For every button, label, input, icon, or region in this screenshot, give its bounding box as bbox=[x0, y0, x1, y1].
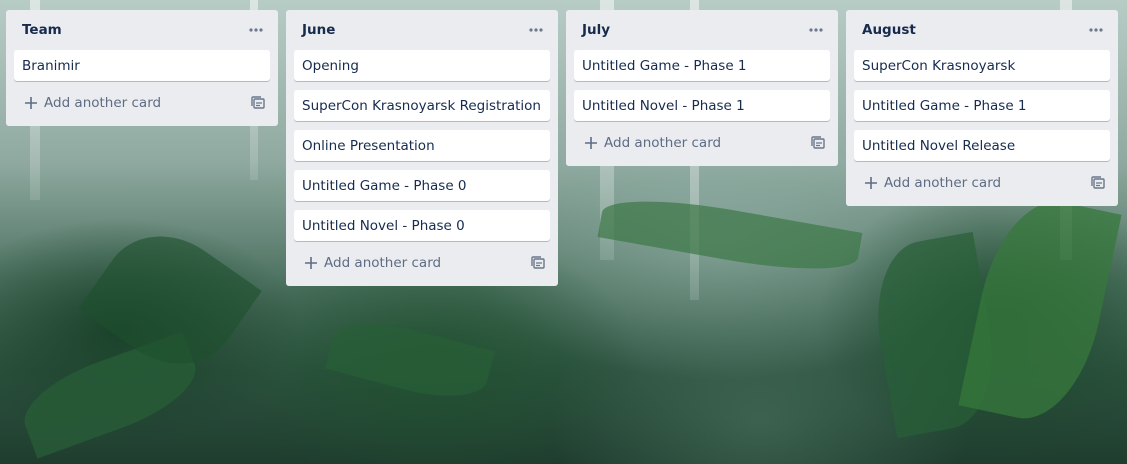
list-title: June bbox=[302, 22, 336, 38]
add-card-row: Add another card bbox=[14, 88, 270, 118]
card-template-icon[interactable] bbox=[530, 255, 546, 271]
card[interactable]: Untitled Game - Phase 0 bbox=[294, 170, 550, 201]
add-card-button[interactable]: Add another card bbox=[864, 175, 1001, 191]
list-header: July bbox=[574, 10, 830, 50]
add-card-label: Add another card bbox=[884, 175, 1002, 191]
card[interactable]: SuperCon Krasnoyarsk bbox=[854, 50, 1110, 81]
card[interactable]: Untitled Novel Release bbox=[854, 130, 1110, 161]
background-leaf bbox=[597, 187, 863, 283]
add-card-button[interactable]: Add another card bbox=[24, 95, 161, 111]
card[interactable]: SuperCon Krasnoyarsk Registration bbox=[294, 90, 550, 121]
add-card-label: Add another card bbox=[324, 255, 442, 271]
add-card-row: Add another card bbox=[574, 128, 830, 158]
card[interactable]: Untitled Novel - Phase 1 bbox=[574, 90, 830, 121]
card-template-icon[interactable] bbox=[1090, 175, 1106, 191]
background-leaf bbox=[324, 310, 496, 410]
add-card-row: Add another card bbox=[294, 248, 550, 278]
plus-icon bbox=[304, 256, 318, 270]
add-card-label: Add another card bbox=[44, 95, 162, 111]
ellipsis-icon[interactable] bbox=[524, 18, 548, 42]
card[interactable]: Branimir bbox=[14, 50, 270, 81]
card[interactable]: Untitled Novel - Phase 0 bbox=[294, 210, 550, 241]
list-july: July Untitled Game - Phase 1 Untitled No… bbox=[566, 10, 838, 166]
card-template-icon[interactable] bbox=[810, 135, 826, 151]
list-header: Team bbox=[14, 10, 270, 50]
list-header: August bbox=[854, 10, 1110, 50]
plus-icon bbox=[584, 136, 598, 150]
card-template-icon[interactable] bbox=[250, 95, 266, 111]
list-title: Team bbox=[22, 22, 62, 38]
card[interactable]: Untitled Game - Phase 1 bbox=[854, 90, 1110, 121]
card[interactable]: Opening bbox=[294, 50, 550, 81]
ellipsis-icon[interactable] bbox=[244, 18, 268, 42]
list-june: June Opening SuperCon Krasnoyarsk Regist… bbox=[286, 10, 558, 286]
card[interactable]: Online Presentation bbox=[294, 130, 550, 161]
plus-icon bbox=[24, 96, 38, 110]
ellipsis-icon[interactable] bbox=[804, 18, 828, 42]
background-leaf bbox=[958, 189, 1122, 431]
add-card-label: Add another card bbox=[604, 135, 722, 151]
plus-icon bbox=[864, 176, 878, 190]
add-card-button[interactable]: Add another card bbox=[304, 255, 441, 271]
list-title: July bbox=[582, 22, 611, 38]
board-canvas: Team Branimir Add another card June Open… bbox=[0, 0, 1127, 464]
list-header: June bbox=[294, 10, 550, 50]
card[interactable]: Untitled Game - Phase 1 bbox=[574, 50, 830, 81]
add-card-button[interactable]: Add another card bbox=[584, 135, 721, 151]
list-august: August SuperCon Krasnoyarsk Untitled Gam… bbox=[846, 10, 1118, 206]
add-card-row: Add another card bbox=[854, 168, 1110, 198]
ellipsis-icon[interactable] bbox=[1084, 18, 1108, 42]
list-team: Team Branimir Add another card bbox=[6, 10, 278, 126]
list-title: August bbox=[862, 22, 916, 38]
